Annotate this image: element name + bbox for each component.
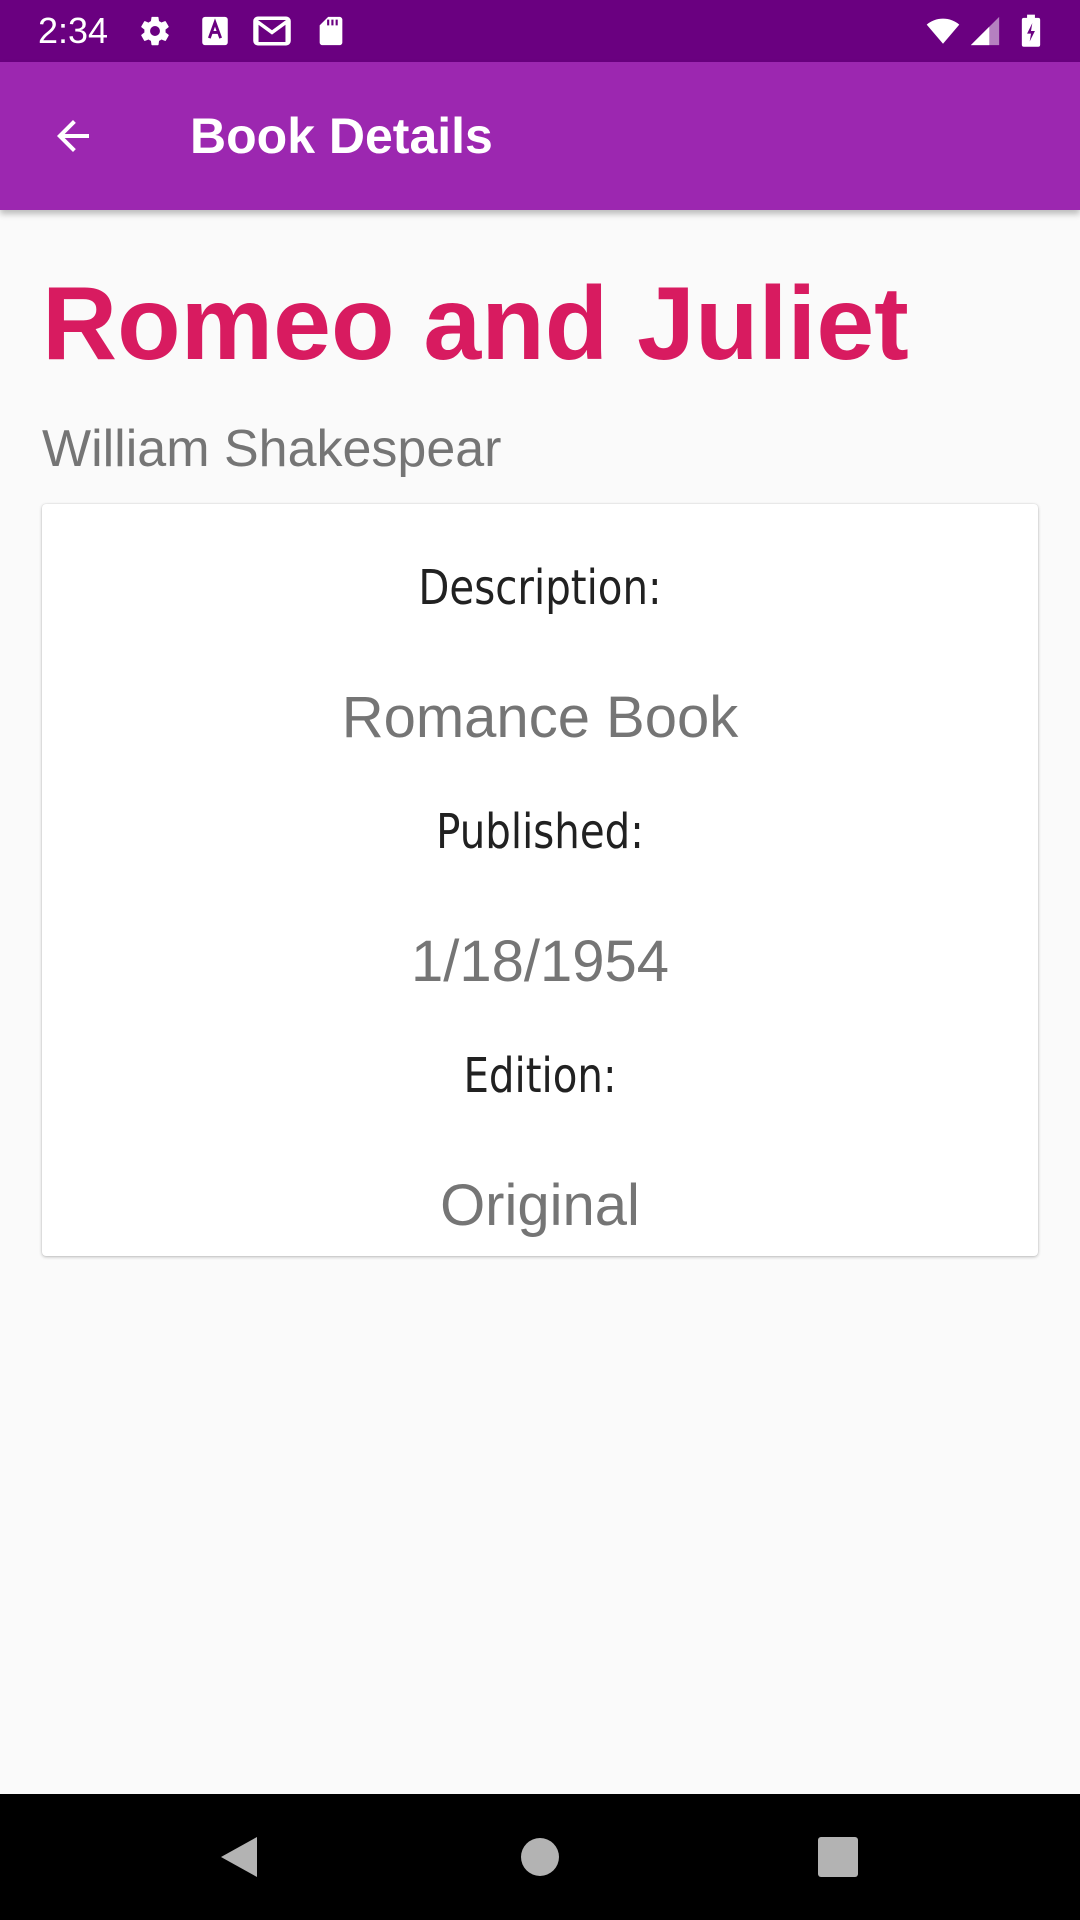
sd-card-icon	[314, 14, 348, 48]
arrow-back-icon	[57, 120, 89, 152]
details-card: Description: Romance Book Published: 1/1…	[42, 504, 1038, 1256]
home-circle-icon	[521, 1838, 559, 1876]
wifi-icon	[922, 14, 964, 48]
description-value: Romance Book	[341, 685, 739, 750]
book-title: Romeo and Juliet	[42, 266, 909, 382]
published-label: Published:	[436, 804, 644, 860]
back-triangle-icon	[221, 1837, 257, 1877]
back-button[interactable]	[40, 106, 106, 166]
app-bar: Book Details	[0, 62, 1080, 210]
description-label: Description:	[418, 560, 662, 616]
page-title: Book Details	[190, 108, 493, 164]
recents-square-icon	[818, 1837, 858, 1877]
status-time: 2:34	[38, 10, 109, 51]
signal-icon	[968, 14, 1002, 48]
status-bar: 2:34	[0, 0, 1080, 62]
gmail-icon	[252, 14, 292, 48]
edition-value: Original	[440, 1173, 640, 1238]
book-author: William Shakespear	[42, 420, 502, 478]
settings-icon	[138, 14, 172, 48]
nav-recents-button[interactable]	[805, 1824, 871, 1890]
font-a-icon	[198, 14, 232, 48]
battery-charging-icon	[1016, 14, 1046, 48]
navigation-bar	[0, 1794, 1080, 1920]
published-value: 1/18/1954	[410, 929, 670, 994]
nav-back-button[interactable]	[206, 1824, 272, 1890]
nav-home-button[interactable]	[507, 1824, 573, 1890]
edition-label: Edition:	[463, 1048, 617, 1104]
